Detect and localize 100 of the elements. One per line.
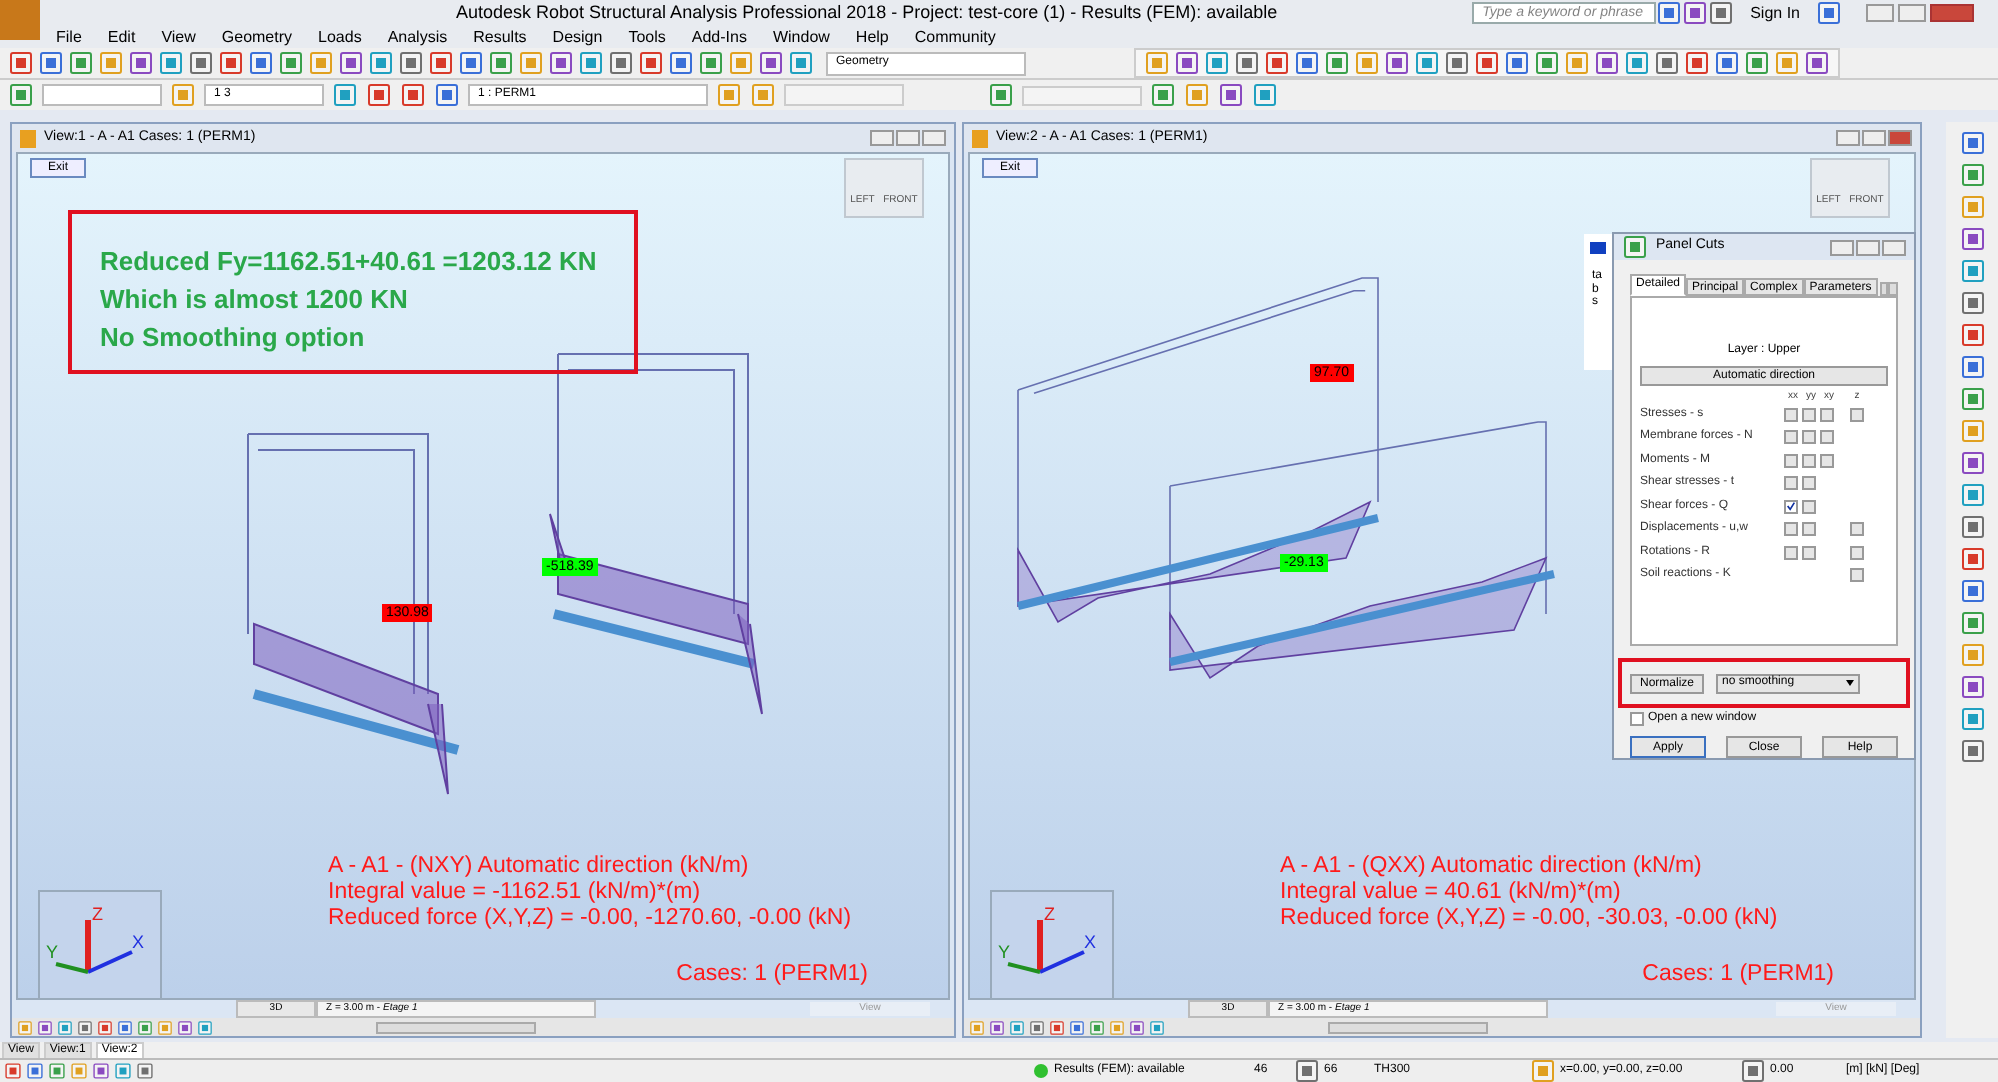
tool-icon[interactable] [8,50,34,76]
tool-icon[interactable] [1204,50,1230,76]
tool-icon[interactable] [366,82,392,108]
menu-item[interactable]: Results [473,25,527,49]
tool-icon[interactable] [38,50,64,76]
checkbox[interactable] [1630,712,1644,726]
tool-icon[interactable] [716,82,742,108]
tool-icon[interactable] [1804,50,1830,76]
tool-icon[interactable] [158,50,184,76]
tool-icon[interactable] [1959,546,1985,572]
menu-item[interactable]: Edit [107,25,136,49]
menu-item[interactable]: Analysis [387,25,448,49]
tool-icon[interactable] [1444,50,1470,76]
tool-icon[interactable] [1959,226,1985,252]
checkbox[interactable] [1850,407,1864,422]
checkbox[interactable] [1820,430,1834,445]
menu-item[interactable]: Design [552,25,603,49]
tool-icon[interactable] [638,50,664,76]
tool-icon[interactable] [8,82,34,108]
checkbox[interactable] [1850,522,1864,537]
tool-icon[interactable] [1714,50,1740,76]
tool-icon[interactable] [1354,50,1380,76]
tool-icon[interactable] [332,82,358,108]
tool-icon[interactable] [368,50,394,76]
tool-icon[interactable] [1959,514,1985,540]
checkbox[interactable] [1802,545,1816,560]
tool-icon[interactable] [1959,386,1985,412]
maximize-button[interactable] [1856,239,1880,256]
tool-icon[interactable] [1959,290,1985,316]
tool-icon[interactable] [1144,50,1170,76]
menu-item[interactable]: Geometry [221,25,293,49]
tool-icon[interactable] [728,50,754,76]
checkbox[interactable] [1784,430,1798,445]
tool-icon[interactable] [548,50,574,76]
maximize-button[interactable] [1862,130,1886,146]
tool-icon[interactable] [1594,50,1620,76]
tool-icon[interactable] [398,50,424,76]
tool-icon[interactable] [1294,50,1320,76]
sign-in-link[interactable]: Sign In [1750,1,1800,25]
tool-icon[interactable] [668,50,694,76]
close-button[interactable] [1888,130,1912,146]
tool-icon[interactable] [308,50,334,76]
tool-icon[interactable] [788,50,814,76]
scrollbar-thumb[interactable] [1328,1021,1488,1033]
tool-icon[interactable] [488,50,514,76]
tool-icon[interactable] [278,50,304,76]
tool-icon[interactable] [1534,50,1560,76]
tool-icon[interactable] [1959,674,1985,700]
tool-icon[interactable] [434,82,460,108]
tool-icon[interactable] [1959,258,1985,284]
menu-item[interactable]: Community [914,25,996,49]
close-button[interactable] [1882,239,1906,256]
menu-item[interactable]: Tools [628,25,666,49]
tool-icon[interactable] [578,50,604,76]
tool-icon[interactable] [1959,162,1985,188]
tool-icon[interactable] [1959,610,1985,636]
menu-item[interactable]: Loads [318,25,362,49]
tool-icon[interactable] [338,50,364,76]
checkbox[interactable] [1784,522,1798,537]
menu-item[interactable]: Help [855,25,889,49]
checkbox[interactable] [1784,499,1798,514]
checkbox[interactable] [1802,476,1816,491]
checkbox[interactable] [1784,476,1798,491]
checkbox[interactable] [1784,407,1798,422]
tool-icon[interactable] [1384,50,1410,76]
tool-icon[interactable] [1774,50,1800,76]
checkbox[interactable] [1802,453,1816,468]
tool-icon[interactable] [1959,418,1985,444]
tool-icon[interactable] [1174,50,1200,76]
checkbox[interactable] [1802,499,1816,514]
tool-icon[interactable] [428,50,454,76]
tool-icon[interactable] [1959,450,1985,476]
scroll-right-button[interactable] [1888,282,1898,297]
checkbox[interactable] [1802,407,1816,422]
tool-icon[interactable] [1744,50,1770,76]
tool-icon[interactable] [1184,82,1210,108]
tool-icon[interactable] [1654,50,1680,76]
tool-icon[interactable] [1234,50,1260,76]
tool-icon[interactable] [1474,50,1500,76]
tool-icon[interactable] [1684,50,1710,76]
minimize-button[interactable] [1836,130,1860,146]
tool-icon[interactable] [988,82,1014,108]
tool-icon[interactable] [608,50,634,76]
tool-icon[interactable] [1959,482,1985,508]
tool-icon[interactable] [400,82,426,108]
tool-icon[interactable] [218,50,244,76]
tool-icon[interactable] [1218,82,1244,108]
tool-icon[interactable] [698,50,724,76]
menu-item[interactable]: View [161,25,196,49]
maximize-button[interactable] [1898,4,1926,22]
tool-icon[interactable] [750,82,776,108]
close-button[interactable] [922,130,946,146]
tool-icon[interactable] [1624,50,1650,76]
checkbox[interactable] [1850,545,1864,560]
tool-icon[interactable] [68,50,94,76]
tool-icon[interactable] [1252,82,1278,108]
tool-icon[interactable] [128,50,154,76]
checkbox[interactable] [1784,453,1798,468]
tool-icon[interactable] [1324,50,1350,76]
menu-item[interactable]: File [56,25,82,49]
